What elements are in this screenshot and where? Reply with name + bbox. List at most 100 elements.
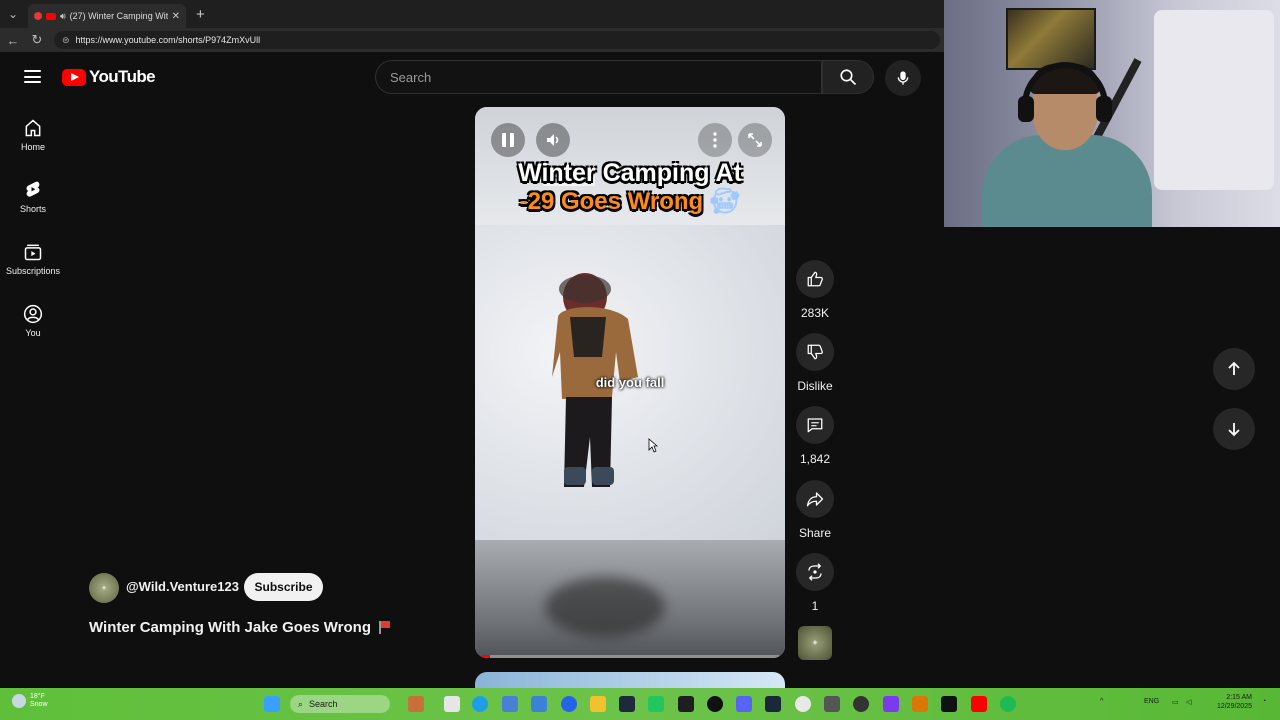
url-field[interactable]: ⊜ https://www.youtube.com/shorts/P974ZmX… bbox=[54, 31, 940, 49]
site-info-icon[interactable]: ⊜ bbox=[62, 35, 70, 46]
sidebar-item-label: Home bbox=[20, 142, 45, 152]
video-title-text: Winter Camping With Jake Goes Wrong bbox=[89, 619, 371, 636]
sidebar-item-you[interactable]: You bbox=[0, 290, 66, 352]
youtube-logo[interactable]: YouTube bbox=[62, 67, 156, 87]
comment-icon bbox=[807, 418, 823, 433]
webcam-headset-earcup-right bbox=[1096, 96, 1112, 122]
app-globe-icon[interactable] bbox=[561, 696, 577, 712]
back-arrow-icon[interactable]: ← bbox=[6, 33, 20, 48]
network-icon[interactable]: ▭ bbox=[1172, 698, 1179, 706]
channel-thumbnail-button[interactable]: ◈ bbox=[798, 626, 832, 660]
close-tab-icon[interactable]: ✕ bbox=[172, 11, 180, 22]
sidebar-item-label: Subscriptions bbox=[5, 266, 61, 276]
search-input[interactable]: Search bbox=[375, 60, 822, 94]
voice-search-button[interactable] bbox=[885, 60, 921, 96]
obs-icon[interactable] bbox=[853, 696, 869, 712]
browser-tab[interactable]: 🔊︎ (27) Winter Camping With Jak ✕ bbox=[28, 4, 186, 28]
pause-icon bbox=[502, 133, 514, 147]
app-x-icon[interactable] bbox=[619, 696, 635, 712]
dislike-label: Dislike bbox=[797, 379, 833, 393]
search-button[interactable] bbox=[822, 60, 874, 94]
discord-icon[interactable] bbox=[736, 696, 752, 712]
new-tab-icon[interactable]: + bbox=[196, 6, 205, 23]
steam-icon[interactable] bbox=[765, 696, 781, 712]
task-view-icon[interactable] bbox=[444, 696, 460, 712]
dislike-action: Dislike bbox=[790, 333, 840, 393]
previous-short-button[interactable] bbox=[1213, 348, 1255, 390]
like-button[interactable] bbox=[796, 260, 834, 298]
shorts-video-player[interactable]: Oh no. Did Winter Camping At -29 Goes Wr… bbox=[475, 107, 785, 658]
youtube-app-icon[interactable] bbox=[971, 696, 987, 712]
volume-tray-icon[interactable]: ◁ bbox=[1186, 698, 1191, 706]
next-short-button[interactable] bbox=[1213, 408, 1255, 450]
app-guitar-icon[interactable] bbox=[408, 696, 424, 712]
microsoft-store-icon[interactable] bbox=[531, 696, 547, 712]
clock-date: 12/29/2025 bbox=[1216, 703, 1252, 710]
dislike-button[interactable] bbox=[796, 333, 834, 371]
webcam-wall-poster bbox=[1006, 8, 1096, 70]
remix-action: 1 bbox=[795, 553, 835, 613]
sidebar-item-label: You bbox=[25, 328, 41, 338]
spotify-icon[interactable] bbox=[1000, 696, 1016, 712]
subscribe-button[interactable]: Subscribe bbox=[244, 573, 323, 601]
comment-count: 1,842 bbox=[799, 452, 831, 466]
app-terminal-icon[interactable] bbox=[678, 696, 694, 712]
webcam-background-bed bbox=[1154, 10, 1274, 190]
language-indicator[interactable]: ENG bbox=[1144, 698, 1159, 705]
reload-icon[interactable]: ↻ bbox=[30, 32, 44, 48]
like-count: 283K bbox=[800, 306, 830, 320]
chrome-icon[interactable] bbox=[795, 696, 811, 712]
app-purple-icon[interactable] bbox=[883, 696, 899, 712]
weather-desc: Snow bbox=[30, 701, 48, 708]
hamburger-menu-icon[interactable] bbox=[24, 70, 41, 83]
taskbar-clock[interactable]: 2:15 AM 12/29/2025 bbox=[1206, 693, 1252, 711]
video-overlay-title-line2: -29 Goes Wrong 🥶︎ bbox=[475, 187, 785, 216]
taskbar-search[interactable]: ⌕ Search bbox=[290, 695, 390, 713]
sidebar-item-subscriptions[interactable]: Subscriptions bbox=[0, 228, 66, 290]
remix-button[interactable] bbox=[796, 553, 834, 591]
thumbs-down-icon bbox=[807, 344, 823, 360]
sidebar-item-shorts[interactable]: Shorts bbox=[0, 166, 66, 228]
notification-icon[interactable]: ◔ bbox=[1262, 698, 1266, 705]
sidebar-item-label: Shorts bbox=[19, 204, 46, 214]
comments-button[interactable] bbox=[796, 406, 834, 444]
channel-avatar[interactable]: ◈ bbox=[89, 573, 119, 603]
channel-handle[interactable]: @Wild.Venture123 bbox=[126, 579, 239, 594]
video-shadow bbox=[545, 577, 665, 637]
shorts-icon bbox=[26, 181, 40, 197]
capcut-icon[interactable] bbox=[941, 696, 957, 712]
video-progress-bar[interactable] bbox=[481, 655, 779, 658]
more-vertical-icon bbox=[713, 132, 717, 148]
url-text: https://www.youtube.com/shorts/P974ZmXvU… bbox=[75, 35, 261, 45]
pause-button[interactable] bbox=[491, 123, 525, 157]
start-windows-icon[interactable] bbox=[264, 696, 280, 712]
video-progress-fill bbox=[481, 655, 490, 658]
remix-icon bbox=[808, 563, 822, 581]
weather-widget[interactable]: 18°F Snow bbox=[12, 693, 48, 709]
webcam-overlay bbox=[944, 0, 1280, 227]
address-bar-row: ← ↻ ⊜ https://www.youtube.com/shorts/P97… bbox=[0, 28, 944, 52]
app-orange-icon[interactable] bbox=[912, 696, 928, 712]
video-title[interactable]: Winter Camping With Jake Goes Wrong bbox=[89, 619, 390, 636]
sidebar-item-home[interactable]: Home bbox=[0, 104, 66, 166]
fullscreen-button[interactable] bbox=[738, 123, 772, 157]
audio-playing-icon[interactable]: 🔊︎ bbox=[60, 11, 66, 22]
tray-chevron-icon[interactable]: ^ bbox=[1100, 698, 1103, 705]
tab-list-chevron-icon[interactable]: ⌄ bbox=[0, 0, 26, 28]
more-options-button[interactable] bbox=[698, 123, 732, 157]
app-window-icon[interactable] bbox=[502, 696, 518, 712]
subscriptions-icon bbox=[24, 244, 42, 261]
app-green-icon[interactable] bbox=[648, 696, 664, 712]
volume-button[interactable] bbox=[536, 123, 570, 157]
screen: ⌄ 🔊︎ (27) Winter Camping With Jak ✕ + ← … bbox=[0, 0, 1280, 720]
app-g-icon[interactable] bbox=[707, 696, 723, 712]
cold-face-emoji-icon: 🥶︎ bbox=[709, 188, 741, 215]
share-label: Share bbox=[798, 526, 832, 540]
edge-browser-icon[interactable] bbox=[472, 696, 488, 712]
home-icon bbox=[25, 119, 41, 137]
youtube-masthead: YouTube Search bbox=[0, 52, 944, 104]
file-explorer-icon[interactable] bbox=[590, 696, 606, 712]
share-button[interactable] bbox=[796, 480, 834, 518]
app-grey-icon[interactable] bbox=[824, 696, 840, 712]
tab-title: (27) Winter Camping With Jak bbox=[69, 11, 168, 21]
